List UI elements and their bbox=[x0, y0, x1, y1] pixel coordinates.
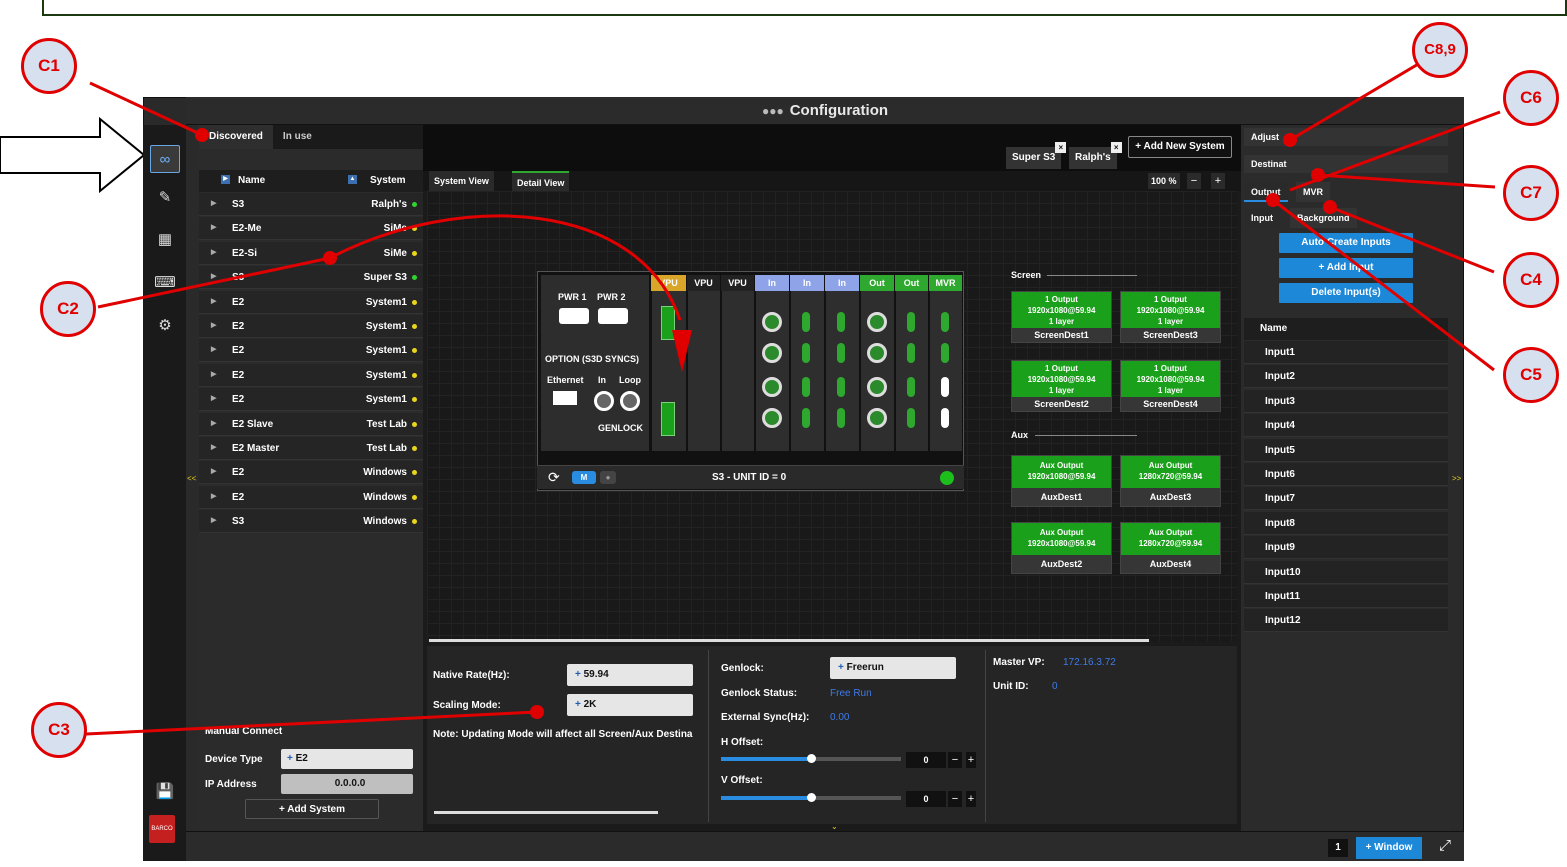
callout-c7: C7 bbox=[1503, 165, 1559, 221]
callout-c3: C3 bbox=[31, 702, 87, 758]
callout-c2: C2 bbox=[40, 281, 96, 337]
callout-c1: C1 bbox=[21, 38, 77, 94]
callout-c5: C5 bbox=[1503, 347, 1559, 403]
callout-c4: C4 bbox=[1503, 252, 1559, 308]
callout-c8-9: C8,9 bbox=[1412, 22, 1468, 78]
callout-c6: C6 bbox=[1503, 70, 1559, 126]
callout-lines bbox=[85, 58, 1501, 736]
